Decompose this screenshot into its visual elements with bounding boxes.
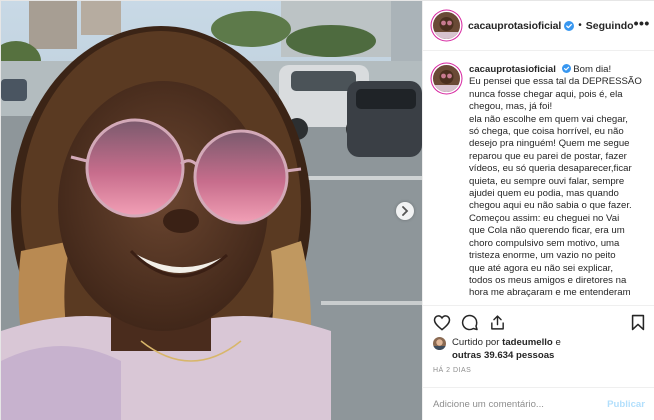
post-timestamp[interactable]: HÁ 2 DIAS: [433, 367, 471, 374]
heart-icon[interactable]: [433, 314, 451, 331]
caption-line: desejo pra ninguém! Quem me segue: [469, 138, 630, 150]
following-button[interactable]: Seguindo: [586, 20, 634, 32]
header-separator: •: [578, 20, 582, 31]
caption-line: ajudei quem eu podia, mas quando: [469, 188, 619, 200]
likes-prefix: Curtido por: [452, 337, 500, 348]
post-caption: cacauprotasioficial Bom dia! Eu pensei q…: [469, 64, 645, 305]
likes-summary: Curtido por tadeumello e outras 39.634 p…: [433, 337, 561, 362]
caption-line: chegou, mas, já foi!: [469, 101, 553, 113]
caption-line: nunca fosse chegar aqui, pois é, ela: [469, 88, 623, 100]
more-options-button[interactable]: •••: [634, 15, 650, 37]
author-avatar[interactable]: [433, 12, 460, 39]
caption-line: reparou que eu parei de postar, fazer: [469, 150, 627, 162]
caption-author-avatar[interactable]: [433, 65, 460, 92]
caption-username[interactable]: cacauprotasioficial: [469, 64, 556, 75]
caption-line: tristeza enorme, um vazio no peito: [469, 250, 616, 262]
post-side-panel: cacauprotasioficial • Seguindo ••• cacau…: [422, 1, 654, 420]
likes-text: Curtido por tadeumello e outras 39.634 p…: [452, 337, 561, 362]
comment-bubble-icon[interactable]: [461, 314, 479, 331]
liker-avatar[interactable]: [433, 337, 446, 350]
likes-count[interactable]: outras 39.634 pessoas: [452, 350, 554, 361]
comment-input[interactable]: [433, 399, 608, 410]
avatar-image: [433, 12, 460, 39]
caption-line: só chega, que coisa horrível, eu não: [469, 126, 624, 138]
selfie-image: [1, 1, 422, 420]
caption-line: Eu pensei que essa tal da DEPRESSÃO: [469, 76, 642, 88]
chevron-right-icon: [402, 206, 409, 216]
caption-line: que até agora eu não sei explicar,: [469, 262, 614, 274]
publish-button[interactable]: Publicar: [607, 399, 645, 410]
bookmark-icon[interactable]: [631, 314, 645, 331]
caption-line: vídeos, eu só queria desaparecer,ficar: [469, 163, 632, 175]
comments-area[interactable]: cacauprotasioficial Bom dia! Eu pensei q…: [423, 52, 654, 305]
add-comment-bar: Publicar: [423, 387, 654, 420]
instagram-post: cacauprotasioficial • Seguindo ••• cacau…: [0, 0, 654, 420]
caption-line: que Cola não querendo ficar, era um: [469, 225, 625, 237]
caption-line: ela não escolhe em quem vai chegar,: [469, 113, 628, 125]
caption-line: Começou assim: eu cheguei no Vai: [469, 212, 620, 224]
caption-line: todos os meus amigos e diretores na: [469, 274, 627, 286]
next-photo-button[interactable]: [396, 202, 414, 220]
post-photo[interactable]: [1, 1, 422, 420]
verified-badge-icon: [561, 64, 571, 73]
likes-conjunction: e: [555, 337, 561, 348]
avatar-image: [433, 65, 460, 92]
caption-line: quieta, eu sempre ouvi falar, sempre: [469, 175, 625, 187]
caption-line: chegou aqui eu não sabia o que fazer.: [469, 200, 632, 212]
caption-line: hora me abraçaram e me entenderam: [469, 287, 631, 299]
share-icon[interactable]: [489, 314, 506, 331]
post-header: cacauprotasioficial • Seguindo •••: [423, 1, 654, 51]
author-username[interactable]: cacauprotasioficial: [468, 20, 561, 32]
verified-badge-icon: [564, 20, 575, 31]
avatar-image: [433, 337, 446, 350]
caption-line: choro compulsivo sem motivo, uma: [469, 237, 620, 249]
post-actions-bar: [423, 305, 654, 339]
caption-line: Bom dia!: [573, 64, 612, 75]
liker-username[interactable]: tadeumello: [502, 337, 553, 348]
